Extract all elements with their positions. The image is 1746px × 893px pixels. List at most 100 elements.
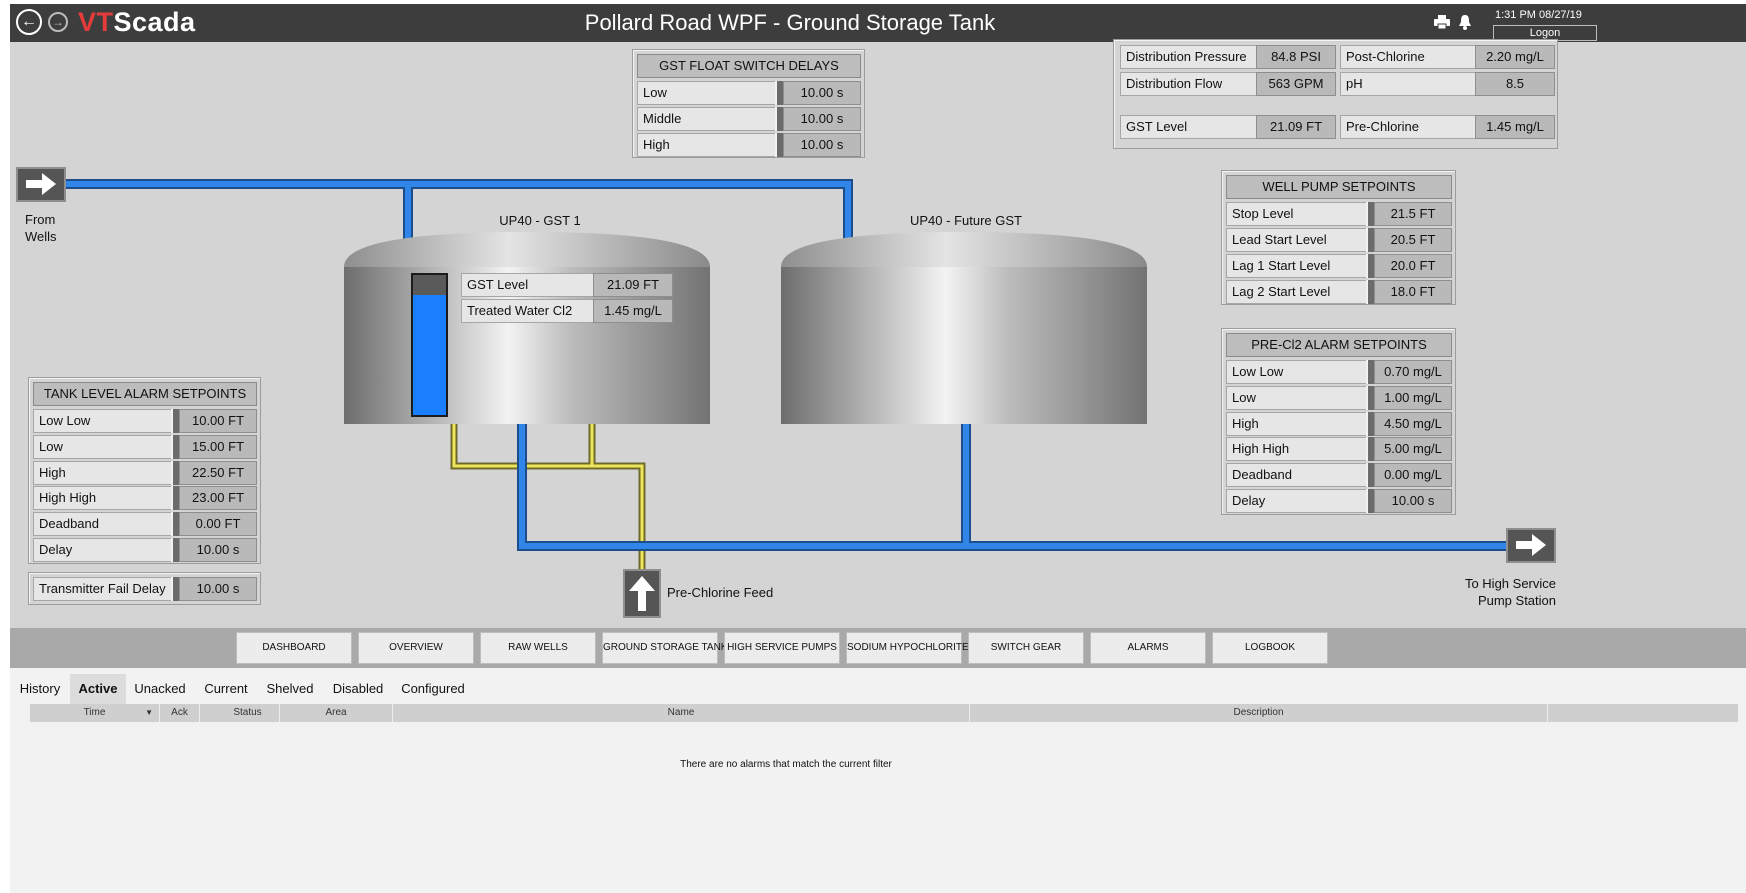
tank-lowlow-label: Low Low bbox=[33, 409, 173, 433]
tab-shelved[interactable]: Shelved bbox=[264, 674, 316, 704]
precl2-low-label: Low bbox=[1226, 386, 1368, 410]
nav-switch-gear[interactable]: SWITCH GEAR bbox=[968, 632, 1084, 664]
lag2-start-level-slider[interactable] bbox=[1366, 280, 1374, 304]
transmitter-fail-delay-value[interactable]: 10.00 s bbox=[179, 577, 257, 601]
precl2-highhigh-value[interactable]: 5.00 mg/L bbox=[1374, 437, 1452, 461]
tank-low-value[interactable]: 15.00 FT bbox=[179, 435, 257, 459]
float-high-label: High bbox=[637, 133, 777, 157]
gst1-level-value: 21.09 FT bbox=[593, 273, 673, 297]
gst-level-value: 21.09 FT bbox=[1256, 115, 1336, 139]
tab-disabled[interactable]: Disabled bbox=[330, 674, 386, 704]
tab-active[interactable]: Active bbox=[70, 674, 126, 704]
nav-dashboard[interactable]: DASHBOARD bbox=[236, 632, 352, 664]
tank-deadband-label: Deadband bbox=[33, 512, 173, 536]
col-ack[interactable]: Ack bbox=[160, 704, 200, 722]
up-arrow-icon bbox=[629, 576, 655, 611]
right-arrow-icon bbox=[26, 173, 56, 195]
tab-history[interactable]: History bbox=[14, 674, 66, 704]
precl2-lowlow-slider[interactable] bbox=[1366, 360, 1374, 384]
tank-lowlow-slider[interactable] bbox=[171, 409, 179, 433]
gst1-title: UP40 - GST 1 bbox=[499, 213, 581, 228]
right-arrow-icon bbox=[1516, 534, 1546, 556]
tank-highhigh-value[interactable]: 23.00 FT bbox=[179, 486, 257, 510]
col-status[interactable]: Status bbox=[216, 704, 280, 722]
scada-screen: ← → VTScada Pollard Road WPF - Ground St… bbox=[10, 4, 1746, 893]
float-middle-label: Middle bbox=[637, 107, 777, 131]
nav-raw-wells[interactable]: RAW WELLS bbox=[480, 632, 596, 664]
precl2-deadband-slider[interactable] bbox=[1366, 463, 1374, 487]
transmitter-fail-delay-slider[interactable] bbox=[171, 577, 179, 601]
tab-current[interactable]: Current bbox=[200, 674, 252, 704]
gst1-tank bbox=[344, 232, 710, 424]
nav-ground-storage-tank[interactable]: GROUND STORAGE TANK bbox=[602, 632, 727, 664]
precl2-low-slider[interactable] bbox=[1366, 386, 1374, 410]
precl2-high-slider[interactable] bbox=[1366, 412, 1374, 436]
float-middle-value[interactable]: 10.00 s bbox=[783, 107, 861, 131]
stop-level-slider[interactable] bbox=[1366, 202, 1374, 226]
col-description[interactable]: Description bbox=[970, 704, 1548, 722]
float-switch-delays-title: GST FLOAT SWITCH DELAYS bbox=[637, 54, 861, 78]
tank-low-label: Low bbox=[33, 435, 173, 459]
tab-unacked[interactable]: Unacked bbox=[132, 674, 188, 704]
float-middle-slider[interactable] bbox=[775, 107, 783, 131]
sort-down-icon: ▼ bbox=[145, 708, 153, 717]
gst1-cl2-label: Treated Water Cl2 bbox=[461, 299, 594, 323]
float-low-value[interactable]: 10.00 s bbox=[783, 81, 861, 105]
future-gst-tank bbox=[781, 232, 1147, 424]
tank-delay-slider[interactable] bbox=[171, 538, 179, 562]
col-area[interactable]: Area bbox=[280, 704, 393, 722]
lag1-start-level-value[interactable]: 20.0 FT bbox=[1374, 254, 1452, 278]
nav-alarms[interactable]: ALARMS bbox=[1090, 632, 1206, 664]
tank-deadband-slider[interactable] bbox=[171, 512, 179, 536]
transmitter-fail-delay-label: Transmitter Fail Delay bbox=[33, 577, 173, 601]
lag1-start-level-slider[interactable] bbox=[1366, 254, 1374, 278]
float-low-slider[interactable] bbox=[775, 81, 783, 105]
precl2-highhigh-label: High High bbox=[1226, 437, 1368, 461]
ph-value: 8.5 bbox=[1475, 72, 1555, 96]
dist-flow-label: Distribution Flow bbox=[1120, 72, 1257, 96]
nav-sodium-hypochlorite[interactable]: SODIUM HYPOCHLORITE bbox=[846, 632, 969, 664]
lead-start-level-label: Lead Start Level bbox=[1226, 228, 1368, 252]
tank-high-value[interactable]: 22.50 FT bbox=[179, 461, 257, 485]
alarm-table-header: Time ▼ Ack Status Area Name Description bbox=[30, 704, 1738, 722]
lead-start-level-slider[interactable] bbox=[1366, 228, 1374, 252]
precl2-high-value[interactable]: 4.50 mg/L bbox=[1374, 412, 1452, 436]
stop-level-value[interactable]: 21.5 FT bbox=[1374, 202, 1452, 226]
prechlorine-feed-arrow[interactable] bbox=[623, 569, 661, 618]
tank-delay-value[interactable]: 10.00 s bbox=[179, 538, 257, 562]
tank-deadband-value[interactable]: 0.00 FT bbox=[179, 512, 257, 536]
tank-high-slider[interactable] bbox=[171, 461, 179, 485]
lag1-start-level-label: Lag 1 Start Level bbox=[1226, 254, 1368, 278]
precl2-delay-value[interactable]: 10.00 s bbox=[1374, 489, 1452, 513]
nav-high-service-pumps[interactable]: HIGH SERVICE PUMPS bbox=[724, 632, 840, 664]
lag2-start-level-value[interactable]: 18.0 FT bbox=[1374, 280, 1452, 304]
precl2-delay-label: Delay bbox=[1226, 489, 1368, 513]
nav-logbook[interactable]: LOGBOOK bbox=[1212, 632, 1328, 664]
tank-delay-label: Delay bbox=[33, 538, 173, 562]
to-high-service-arrow[interactable] bbox=[1506, 528, 1556, 563]
from-wells-arrow[interactable] bbox=[16, 167, 66, 202]
float-switch-delays-panel: GST FLOAT SWITCH DELAYS Low 10.00 s Midd… bbox=[632, 49, 865, 158]
post-chlorine-value: 2.20 mg/L bbox=[1475, 45, 1555, 69]
dist-pressure-value: 84.8 PSI bbox=[1256, 45, 1336, 69]
tank-highhigh-slider[interactable] bbox=[171, 486, 179, 510]
float-high-slider[interactable] bbox=[775, 133, 783, 157]
nav-overview[interactable]: OVERVIEW bbox=[358, 632, 474, 664]
from-wells-label: From Wells bbox=[25, 212, 57, 244]
lead-start-level-value[interactable]: 20.5 FT bbox=[1374, 228, 1452, 252]
precl2-highhigh-slider[interactable] bbox=[1366, 437, 1374, 461]
pre-chlorine-label: Pre-Chlorine bbox=[1340, 115, 1476, 139]
gst1-level-fill bbox=[413, 294, 446, 415]
tank-low-slider[interactable] bbox=[171, 435, 179, 459]
precl2-low-value[interactable]: 1.00 mg/L bbox=[1374, 386, 1452, 410]
col-time[interactable]: Time ▼ bbox=[30, 704, 160, 722]
precl2-lowlow-value[interactable]: 0.70 mg/L bbox=[1374, 360, 1452, 384]
precl2-deadband-value[interactable]: 0.00 mg/L bbox=[1374, 463, 1452, 487]
col-name[interactable]: Name bbox=[393, 704, 970, 722]
tank-lowlow-value[interactable]: 10.00 FT bbox=[179, 409, 257, 433]
tab-configured[interactable]: Configured bbox=[400, 674, 466, 704]
precl2-high-label: High bbox=[1226, 412, 1368, 436]
well-pump-setpoints-title: WELL PUMP SETPOINTS bbox=[1226, 175, 1452, 199]
precl2-delay-slider[interactable] bbox=[1366, 489, 1374, 513]
float-high-value[interactable]: 10.00 s bbox=[783, 133, 861, 157]
